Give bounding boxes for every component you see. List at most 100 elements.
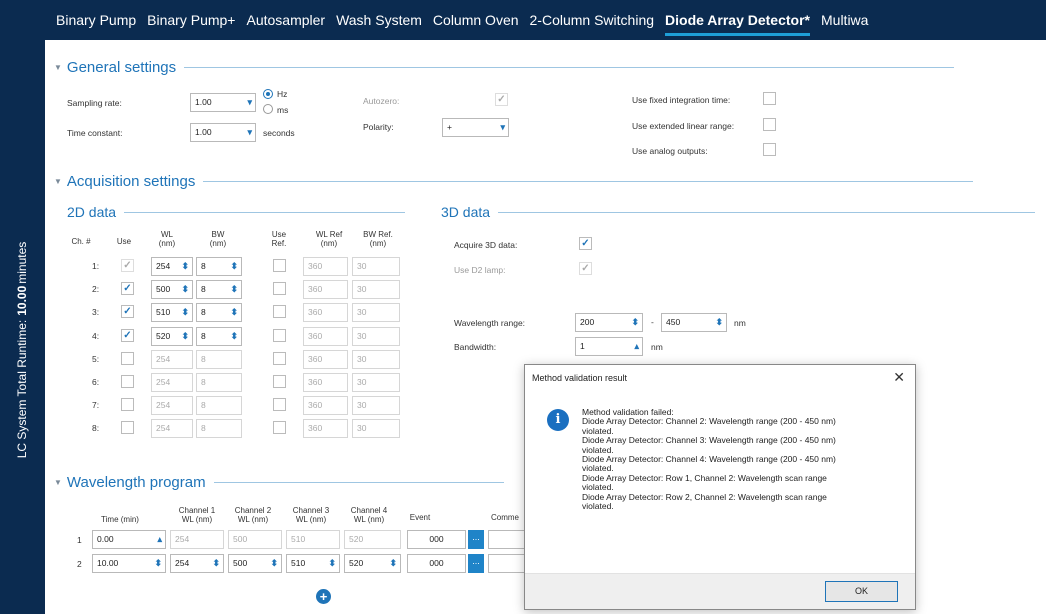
add-row-button[interactable]: + bbox=[316, 589, 331, 604]
d2-lamp-checkbox[interactable]: ✓ bbox=[579, 262, 592, 275]
tab-multiwavelength[interactable]: Multiwa bbox=[821, 0, 868, 40]
use-ref-checkbox[interactable] bbox=[273, 259, 286, 272]
use-ref-checkbox[interactable] bbox=[273, 328, 286, 342]
channel-4-wl-input[interactable]: 520 ⬍ bbox=[344, 554, 401, 573]
tab-diode-array-detector[interactable]: Diode Array Detector* bbox=[665, 0, 810, 40]
wl-ref-input[interactable]: 360 bbox=[303, 396, 348, 416]
close-icon[interactable]: ✕ bbox=[893, 369, 905, 386]
tab-column-oven[interactable]: Column Oven bbox=[433, 0, 519, 40]
wavelength-range-label: Wavelength range: bbox=[454, 318, 526, 328]
event-input[interactable]: 000 bbox=[407, 554, 466, 573]
analog-outputs-checkbox[interactable] bbox=[763, 143, 776, 156]
validation-dialog: Method validation result ✕ i Method vali… bbox=[524, 364, 916, 610]
bandwidth-input[interactable]: 8 ⬍ bbox=[196, 326, 242, 346]
use-ref-checkbox[interactable] bbox=[273, 351, 286, 365]
bw-ref-input[interactable]: 30 bbox=[352, 373, 400, 392]
dialog-title: Method validation result bbox=[532, 373, 628, 383]
use-checkbox[interactable]: ✓ bbox=[121, 282, 134, 296]
bw-ref-input[interactable]: 30 bbox=[352, 303, 400, 323]
use-checkbox[interactable] bbox=[121, 375, 134, 388]
wl-ref-input[interactable]: 360 bbox=[303, 419, 348, 439]
hz-radio[interactable] bbox=[263, 89, 273, 99]
wl-ref-input[interactable]: 360 bbox=[303, 349, 348, 369]
wavelength-input[interactable]: 254 bbox=[151, 373, 193, 392]
time-input[interactable]: 10.00 ⬍ bbox=[92, 554, 166, 573]
bandwidth-input[interactable]: 8 bbox=[196, 349, 242, 369]
wavelength-from-input[interactable]: 200 ⬍ bbox=[575, 313, 643, 332]
event-browse-button[interactable]: ... bbox=[468, 530, 484, 549]
tab-binary-pump-plus[interactable]: Binary Pump+ bbox=[147, 0, 235, 40]
ms-radio[interactable] bbox=[263, 104, 273, 114]
wl-ref-input[interactable]: 360 bbox=[303, 280, 348, 300]
bandwidth-input[interactable]: 8 bbox=[196, 373, 242, 392]
use-checkbox[interactable] bbox=[121, 351, 134, 365]
channel-2-wl-input[interactable]: 500 ⬍ bbox=[228, 554, 282, 573]
time-constant-select[interactable]: 1.00 ▾ bbox=[190, 123, 256, 142]
tab-autosampler[interactable]: Autosampler bbox=[246, 0, 325, 40]
fixed-integration-label: Use fixed integration time: bbox=[632, 95, 731, 105]
wavelength-input[interactable]: 520 ⬍ bbox=[151, 326, 193, 346]
bandwidth-input[interactable]: 8 ⬍ bbox=[196, 303, 242, 323]
time-input[interactable]: 0.00 ▴ bbox=[92, 530, 166, 549]
use-ref-checkbox[interactable] bbox=[273, 421, 286, 435]
bandwidth-input[interactable]: 8 bbox=[196, 419, 242, 439]
tab-2-column-switching[interactable]: 2-Column Switching bbox=[530, 0, 655, 40]
use-ref-checkbox[interactable] bbox=[273, 398, 286, 412]
row-number: 1 bbox=[77, 535, 82, 545]
use-checkbox[interactable]: ✓ bbox=[121, 328, 134, 342]
use-ref-checkbox[interactable] bbox=[273, 305, 286, 319]
bandwidth-input[interactable]: 8 ⬍ bbox=[196, 280, 242, 300]
channel-3-wl-input[interactable]: 510 bbox=[286, 530, 340, 549]
wavelength-input[interactable]: 254 ⬍ bbox=[151, 257, 193, 276]
bw-ref-input[interactable]: 30 bbox=[352, 419, 400, 439]
d2-lamp-label: Use D2 lamp: bbox=[454, 265, 506, 275]
fixed-integration-checkbox[interactable] bbox=[763, 92, 776, 105]
extended-linear-checkbox[interactable] bbox=[763, 118, 776, 131]
general-settings-header[interactable]: ▼ General settings bbox=[54, 59, 955, 76]
use-checkbox[interactable]: ✓ bbox=[121, 259, 134, 272]
channel-1-wl-input[interactable]: 254 ⬍ bbox=[170, 554, 224, 573]
channel-4-wl-input[interactable]: 520 bbox=[344, 530, 401, 549]
validation-message: Method validation failed: Diode Array Det… bbox=[582, 407, 902, 511]
wl-ref-input[interactable]: 360 bbox=[303, 326, 348, 346]
wavelength-input[interactable]: 500 ⬍ bbox=[151, 280, 193, 300]
wavelength-input[interactable]: 254 bbox=[151, 396, 193, 416]
event-browse-button[interactable]: ... bbox=[468, 554, 484, 573]
use-ref-checkbox[interactable] bbox=[273, 282, 286, 296]
bw-ref-input[interactable]: 30 bbox=[352, 396, 400, 416]
acquire-3d-checkbox[interactable]: ✓ bbox=[579, 237, 592, 250]
stepper-icon: ⬍ bbox=[270, 558, 278, 568]
bw-ref-input[interactable]: 30 bbox=[352, 326, 400, 346]
wavelength-program-header[interactable]: ▼ Wavelength program bbox=[54, 474, 504, 491]
use-checkbox[interactable]: ✓ bbox=[121, 305, 134, 319]
event-input[interactable]: 000 bbox=[407, 530, 466, 549]
tab-wash-system[interactable]: Wash System bbox=[336, 0, 422, 40]
use-ref-checkbox[interactable] bbox=[273, 375, 286, 388]
tab-binary-pump[interactable]: Binary Pump bbox=[56, 0, 136, 40]
use-checkbox[interactable] bbox=[121, 398, 134, 412]
sampling-rate-select[interactable]: 1.00 ▾ bbox=[190, 93, 256, 112]
bw-ref-input[interactable]: 30 bbox=[352, 257, 400, 276]
bandwidth-input[interactable]: 1 ▴ bbox=[575, 337, 643, 356]
wavelength-input[interactable]: 254 bbox=[151, 349, 193, 369]
bandwidth-input[interactable]: 8 bbox=[196, 396, 242, 416]
bandwidth-input[interactable]: 8 ⬍ bbox=[196, 257, 242, 276]
comment-input[interactable] bbox=[488, 554, 528, 573]
channel-1-wl-input[interactable]: 254 bbox=[170, 530, 224, 549]
ok-button[interactable]: OK bbox=[825, 581, 898, 602]
wl-ref-input[interactable]: 360 bbox=[303, 373, 348, 392]
bw-ref-input[interactable]: 30 bbox=[352, 349, 400, 369]
channel-3-wl-input[interactable]: 510 ⬍ bbox=[286, 554, 340, 573]
comment-input[interactable] bbox=[488, 530, 528, 549]
wl-ref-input[interactable]: 360 bbox=[303, 257, 348, 276]
wavelength-input[interactable]: 510 ⬍ bbox=[151, 303, 193, 323]
autozero-checkbox[interactable]: ✓ bbox=[495, 93, 508, 106]
wavelength-to-input[interactable]: 450 ⬍ bbox=[661, 313, 727, 332]
use-checkbox[interactable] bbox=[121, 421, 134, 435]
wl-ref-input[interactable]: 360 bbox=[303, 303, 348, 323]
polarity-select[interactable]: + ▾ bbox=[442, 118, 509, 137]
channel-2-wl-input[interactable]: 500 bbox=[228, 530, 282, 549]
acquisition-settings-header[interactable]: ▼ Acquisition settings bbox=[54, 173, 974, 190]
wavelength-input[interactable]: 254 bbox=[151, 419, 193, 439]
bw-ref-input[interactable]: 30 bbox=[352, 280, 400, 300]
